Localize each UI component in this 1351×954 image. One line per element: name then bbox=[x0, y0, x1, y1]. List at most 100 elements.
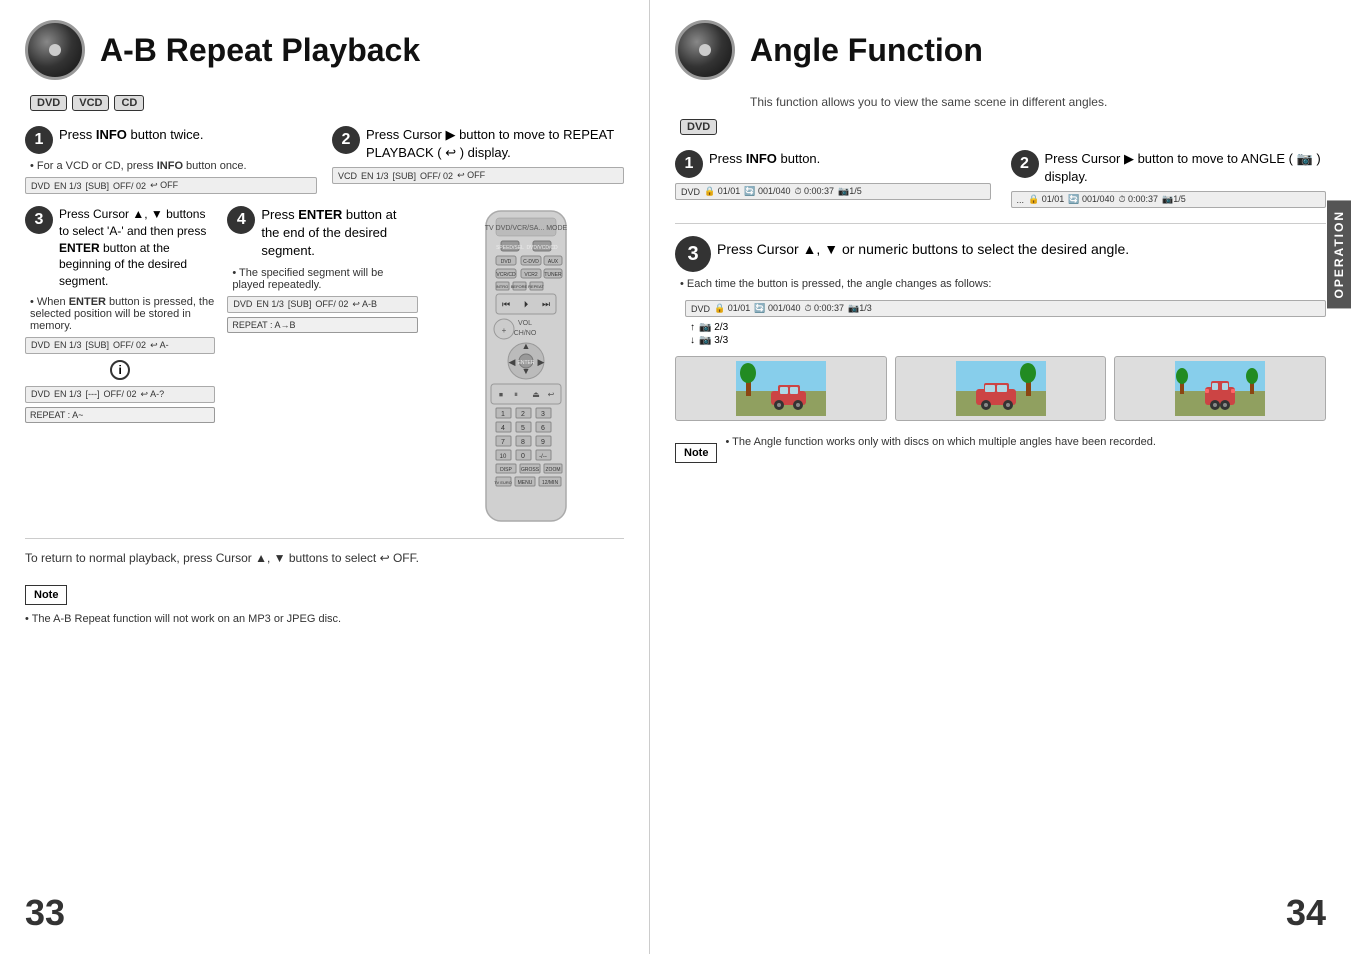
page-number-right: 34 bbox=[1286, 892, 1326, 934]
svg-text:REPEAT: REPEAT bbox=[528, 284, 544, 289]
page-number-left: 33 bbox=[25, 892, 65, 934]
step1-text: Press INFO button twice. bbox=[59, 126, 204, 144]
step4-status: DVD EN 1/3 [SUB] OFF/ 02 ↩ A-B bbox=[227, 296, 417, 313]
angle-img-3 bbox=[1114, 356, 1326, 421]
format-badges-right: DVD bbox=[680, 119, 1326, 135]
angle-status-area: DVD 🔒 01/01 🔄 001/040 ⏱ 0:00:37 📷1/3 ↑ 📷… bbox=[685, 300, 1326, 346]
disc-icon-left bbox=[25, 20, 85, 80]
angle-label-2-3: ↑ 📷 2/3 bbox=[690, 322, 1326, 333]
svg-text:BEFORE: BEFORE bbox=[511, 284, 528, 289]
right-step1-status: DVD 🔒 01/01 🔄 001/040 ⏱ 0:00:37 📷1/5 bbox=[675, 183, 991, 200]
angle-change-row: ↑ 📷 2/3 ↓ 📷 3/3 bbox=[690, 322, 1326, 346]
svg-text:INTRO: INTRO bbox=[496, 284, 508, 289]
svg-text:ENTER: ENTER bbox=[517, 360, 534, 366]
svg-text:CH/NO: CH/NO bbox=[514, 330, 537, 337]
left-title-section: A-B Repeat Playback bbox=[25, 20, 624, 80]
step2-text: Press Cursor ▶ button to move to REPEAT … bbox=[366, 126, 624, 162]
svg-text:⏸: ⏸ bbox=[514, 390, 518, 399]
svg-text:⏮: ⏮ bbox=[502, 299, 510, 309]
right-step1-number: 1 bbox=[675, 150, 703, 178]
left-page: A-B Repeat Playback DVD VCD CD 1 Press I… bbox=[0, 0, 650, 954]
step4-note: • The specified segment will be played r… bbox=[232, 267, 417, 291]
svg-text:▶: ▶ bbox=[537, 357, 544, 367]
disc-icon-right bbox=[675, 20, 735, 80]
info-circle-icon: i bbox=[110, 360, 130, 380]
svg-text:▲: ▲ bbox=[521, 341, 530, 351]
step3-number: 3 bbox=[25, 206, 53, 234]
svg-text:TUNER: TUNER bbox=[544, 272, 562, 278]
right-step2-status: ... 🔒 01/01 🔄 001/040 ⏱ 0:00:37 📷1/5 bbox=[1011, 191, 1327, 208]
step3-text: Press Cursor ▲, ▼ buttons to select 'A-'… bbox=[59, 206, 215, 290]
step3-block: 3 Press Cursor ▲, ▼ buttons to select 'A… bbox=[25, 206, 215, 423]
svg-text:10: 10 bbox=[499, 454, 506, 460]
svg-text:C-DVD: C-DVD bbox=[523, 259, 539, 265]
left-page-title: A-B Repeat Playback bbox=[100, 32, 420, 69]
svg-text:⏏: ⏏ bbox=[532, 390, 540, 399]
note-section-right: Note • The Angle function works only wit… bbox=[675, 433, 1326, 468]
svg-text:AUX: AUX bbox=[548, 259, 559, 265]
svg-text:ZOOM: ZOOM bbox=[545, 467, 560, 473]
step4-number: 4 bbox=[227, 206, 255, 234]
badge-cd: CD bbox=[114, 95, 144, 111]
svg-text:◀: ◀ bbox=[508, 357, 515, 367]
right-step1-block: 1 Press INFO button. DVD 🔒 01/01 🔄 001/0… bbox=[675, 150, 991, 208]
svg-text:-/--: -/-- bbox=[539, 454, 547, 460]
right-step3-note: • Each time the button is pressed, the a… bbox=[680, 278, 1326, 290]
right-step3-block: 3 Press Cursor ▲, ▼ or numeric buttons t… bbox=[675, 236, 1326, 290]
note-text-right: • The Angle function works only with dis… bbox=[725, 436, 1155, 448]
svg-text:+: + bbox=[501, 326, 506, 335]
svg-text:↩: ↩ bbox=[547, 390, 554, 399]
step3-status2: DVD EN 1/3 [---] OFF/ 02 ↩ A-? bbox=[25, 386, 215, 403]
svg-text:9: 9 bbox=[541, 439, 545, 446]
right-title-section: Angle Function bbox=[675, 20, 1326, 80]
format-badges-left: DVD VCD CD bbox=[30, 95, 624, 111]
step4-repeat: REPEAT : A→B bbox=[227, 317, 417, 333]
step1-note: • For a VCD or CD, press INFO button onc… bbox=[30, 160, 317, 172]
svg-text:DVD/VCD/CD: DVD/VCD/CD bbox=[526, 245, 558, 251]
right-step2-text: Press Cursor ▶ button to move to ANGLE (… bbox=[1045, 150, 1327, 186]
divider-left bbox=[25, 538, 624, 539]
svg-text:GROSS: GROSS bbox=[521, 467, 540, 473]
right-step1-text: Press INFO button. bbox=[709, 150, 820, 168]
svg-text:0: 0 bbox=[521, 453, 525, 460]
step1-block: 1 Press INFO button twice. • For a VCD o… bbox=[25, 126, 317, 194]
step2-block: 2 Press Cursor ▶ button to move to REPEA… bbox=[332, 126, 624, 194]
angle-label-3-3: ↓ 📷 3/3 bbox=[690, 335, 1326, 346]
svg-text:5: 5 bbox=[521, 425, 525, 432]
svg-text:1: 1 bbox=[501, 411, 505, 418]
svg-text:DVD: DVD bbox=[501, 259, 512, 265]
svg-text:⏭: ⏭ bbox=[542, 299, 550, 309]
step4-block: 4 Press ENTER button at the end of the d… bbox=[227, 206, 417, 423]
svg-text:VCR/CD: VCR/CD bbox=[496, 272, 516, 278]
svg-text:6: 6 bbox=[541, 425, 545, 432]
right-step3-status: DVD 🔒 01/01 🔄 001/040 ⏱ 0:00:37 📷1/3 bbox=[685, 300, 1326, 317]
step2-status: VCD EN 1/3 [SUB] OFF/ 02 ↩ OFF bbox=[332, 167, 624, 184]
step1-number: 1 bbox=[25, 126, 53, 154]
right-page-title: Angle Function bbox=[750, 32, 983, 69]
step4-text: Press ENTER button at the end of the des… bbox=[261, 206, 417, 261]
angle-images-container bbox=[675, 356, 1326, 421]
svg-text:⏵: ⏵ bbox=[524, 299, 529, 309]
note-label-right: Note bbox=[675, 443, 717, 463]
right-step2-block: 2 Press Cursor ▶ button to move to ANGLE… bbox=[1011, 150, 1327, 208]
angle-img-1 bbox=[675, 356, 887, 421]
svg-text:3: 3 bbox=[541, 411, 545, 418]
svg-text:12/MIN: 12/MIN bbox=[542, 480, 559, 486]
svg-text:2: 2 bbox=[521, 411, 525, 418]
svg-text:⏹: ⏹ bbox=[499, 390, 503, 399]
step1-status: DVD EN 1/3 [SUB] OFF/ 02 ↩ OFF bbox=[25, 177, 317, 194]
step3-repeat: REPEAT : A~ bbox=[25, 407, 215, 423]
svg-text:7: 7 bbox=[501, 439, 505, 446]
svg-text:MENU: MENU bbox=[517, 480, 532, 486]
step3-status1: DVD EN 1/3 [SUB] OFF/ 02 ↩ A- bbox=[25, 337, 215, 354]
right-subtitle: This function allows you to view the sam… bbox=[750, 95, 1326, 109]
right-page: OPERATION Angle Function This function a… bbox=[650, 0, 1351, 954]
badge-vcd: VCD bbox=[72, 95, 109, 111]
svg-text:TV EURO: TV EURO bbox=[494, 480, 512, 485]
right-step2-number: 2 bbox=[1011, 150, 1039, 178]
right-step3-text: Press Cursor ▲, ▼ or numeric buttons to … bbox=[717, 236, 1129, 260]
note-section-left: Note • The A-B Repeat function will not … bbox=[25, 575, 624, 625]
divider-right bbox=[675, 223, 1326, 224]
note-text-left: • The A-B Repeat function will not work … bbox=[25, 613, 624, 625]
svg-text:SPEED/SEL: SPEED/SEL bbox=[496, 245, 524, 251]
